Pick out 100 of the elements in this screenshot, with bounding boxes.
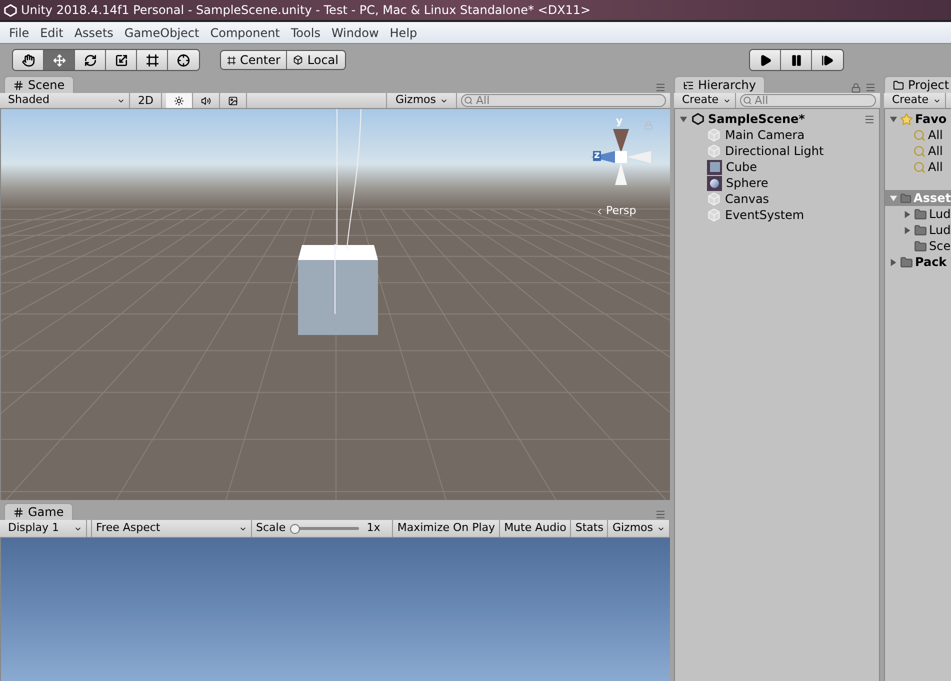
hierarchy-item[interactable]: Main Camera bbox=[675, 127, 879, 143]
orientation-gizmo[interactable]: y z bbox=[587, 117, 653, 189]
menu-item[interactable]: Window bbox=[326, 24, 384, 42]
lock-icon[interactable] bbox=[851, 82, 861, 92]
scene-name[interactable]: SampleScene* bbox=[708, 110, 805, 128]
menu-item[interactable]: Tools bbox=[286, 24, 326, 42]
gizmos-dropdown[interactable]: Gizmos bbox=[607, 520, 670, 537]
pivot-button[interactable]: Local bbox=[287, 51, 344, 69]
menu-item[interactable]: Assets bbox=[69, 24, 118, 42]
menu-item[interactable]: Help bbox=[384, 24, 422, 42]
folder-icon bbox=[900, 256, 913, 268]
tab-label: Project bbox=[908, 77, 950, 94]
cube-outline-icon bbox=[707, 208, 721, 222]
scale-reading: 1x bbox=[366, 520, 382, 536]
panel-tab[interactable]: Game bbox=[4, 503, 73, 520]
expand-arrow-icon[interactable] bbox=[903, 210, 912, 218]
projection-label[interactable]: Persp bbox=[595, 203, 636, 220]
tool-button[interactable] bbox=[106, 50, 137, 70]
hierarchy-item[interactable]: Directional Light bbox=[675, 143, 879, 159]
step-icon bbox=[821, 54, 834, 66]
2d-toggle[interactable]: 2D bbox=[130, 93, 162, 108]
step-button[interactable] bbox=[812, 50, 843, 70]
rotate-tool-icon bbox=[84, 54, 96, 66]
display-dropdown[interactable]: Display 1 bbox=[4, 520, 88, 537]
folder-icon bbox=[893, 80, 904, 90]
axis-label: z bbox=[593, 151, 601, 161]
panel-tab[interactable]: Hierarchy bbox=[674, 76, 766, 93]
unity-logo-icon bbox=[4, 4, 17, 16]
cube-outline-icon bbox=[707, 144, 721, 158]
unity-scene-icon bbox=[692, 113, 704, 125]
tab-label: Scene bbox=[28, 77, 65, 94]
star-icon bbox=[900, 112, 913, 126]
search-icon bbox=[913, 160, 926, 174]
panel-tab[interactable]: Scene bbox=[4, 76, 74, 93]
search-icon bbox=[913, 144, 926, 158]
folder-icon bbox=[914, 240, 927, 252]
panel-menu-icon[interactable] bbox=[864, 114, 875, 124]
menu-item[interactable]: Component bbox=[205, 24, 285, 42]
perspective-icon bbox=[595, 206, 604, 216]
expand-arrow-icon[interactable] bbox=[889, 194, 898, 202]
menu-item[interactable]: GameObject bbox=[119, 24, 204, 42]
pivot-button[interactable]: Center bbox=[221, 51, 288, 69]
tree-item[interactable]: Lud bbox=[929, 221, 951, 239]
grid-icon bbox=[13, 80, 24, 90]
pause-icon bbox=[790, 54, 802, 66]
shading-dropdown[interactable]: Shaded bbox=[4, 93, 130, 108]
pause-button[interactable] bbox=[781, 50, 812, 70]
play-icon bbox=[758, 54, 772, 66]
transform-tool-icon bbox=[177, 54, 190, 66]
effects-icon bbox=[228, 96, 238, 106]
menu-item[interactable]: File bbox=[4, 24, 34, 42]
play-button[interactable] bbox=[750, 50, 781, 70]
panel-tab[interactable]: Project bbox=[884, 76, 951, 93]
game-toggle-button[interactable]: Maximize On Play bbox=[392, 520, 500, 537]
scale-label: Scale bbox=[256, 520, 286, 536]
folder-icon bbox=[914, 224, 927, 236]
lighting-toggle[interactable] bbox=[166, 93, 194, 108]
tree-item[interactable]: All bbox=[928, 158, 943, 176]
search-icon bbox=[464, 96, 473, 105]
tree-item[interactable]: Lud bbox=[929, 205, 951, 223]
sphere-icon bbox=[707, 176, 722, 190]
tab-label: Game bbox=[28, 504, 64, 521]
tool-button[interactable] bbox=[13, 50, 44, 70]
slider-thumb[interactable] bbox=[290, 524, 300, 534]
scale-tool-icon bbox=[114, 54, 128, 66]
tool-button[interactable] bbox=[168, 50, 199, 70]
game-toggle-button[interactable]: Mute Audio bbox=[499, 520, 570, 537]
hierarchy-item[interactable]: Sphere bbox=[675, 175, 879, 191]
axis-gizmo-icon bbox=[591, 129, 651, 185]
menu-item[interactable]: Edit bbox=[35, 24, 68, 42]
panel-menu-icon[interactable] bbox=[655, 509, 666, 520]
panel-menu-icon[interactable] bbox=[865, 82, 876, 93]
gizmos-dropdown[interactable]: Gizmos bbox=[386, 93, 457, 108]
tree-item[interactable]: Favo bbox=[915, 110, 947, 128]
expand-arrow-icon[interactable] bbox=[903, 226, 912, 234]
expand-arrow-icon[interactable] bbox=[889, 258, 898, 266]
pivot-icon bbox=[227, 56, 236, 64]
cube-outline-icon bbox=[707, 192, 721, 206]
search-field[interactable]: All bbox=[461, 94, 666, 107]
scale-slider[interactable] bbox=[290, 524, 359, 534]
folder-row[interactable]: Pack bbox=[885, 254, 951, 270]
hierarchy-item[interactable]: Canvas bbox=[675, 191, 879, 207]
move-tool-icon bbox=[52, 54, 66, 66]
hierarchy-item[interactable]: Cube bbox=[675, 159, 879, 175]
aspect-dropdown[interactable]: Free Aspect bbox=[91, 520, 252, 537]
tree-item[interactable]: All bbox=[928, 142, 943, 160]
panel-menu-icon[interactable] bbox=[655, 82, 666, 93]
tree-item[interactable]: Sce bbox=[929, 237, 951, 255]
audio-icon bbox=[201, 96, 212, 106]
expand-arrow-icon[interactable] bbox=[679, 114, 688, 124]
tree-item[interactable]: All bbox=[928, 126, 943, 144]
hierarchy-item[interactable]: EventSystem bbox=[675, 207, 879, 223]
game-toggle-button[interactable]: Stats bbox=[570, 520, 608, 537]
cube-outline-icon bbox=[707, 128, 721, 142]
tool-button[interactable] bbox=[137, 50, 168, 70]
tool-button[interactable] bbox=[75, 50, 106, 70]
expand-arrow-icon[interactable] bbox=[889, 114, 898, 124]
create-dropdown[interactable]: Create bbox=[888, 93, 946, 108]
search-field[interactable]: All bbox=[740, 94, 876, 107]
create-dropdown[interactable]: Create bbox=[678, 93, 736, 108]
